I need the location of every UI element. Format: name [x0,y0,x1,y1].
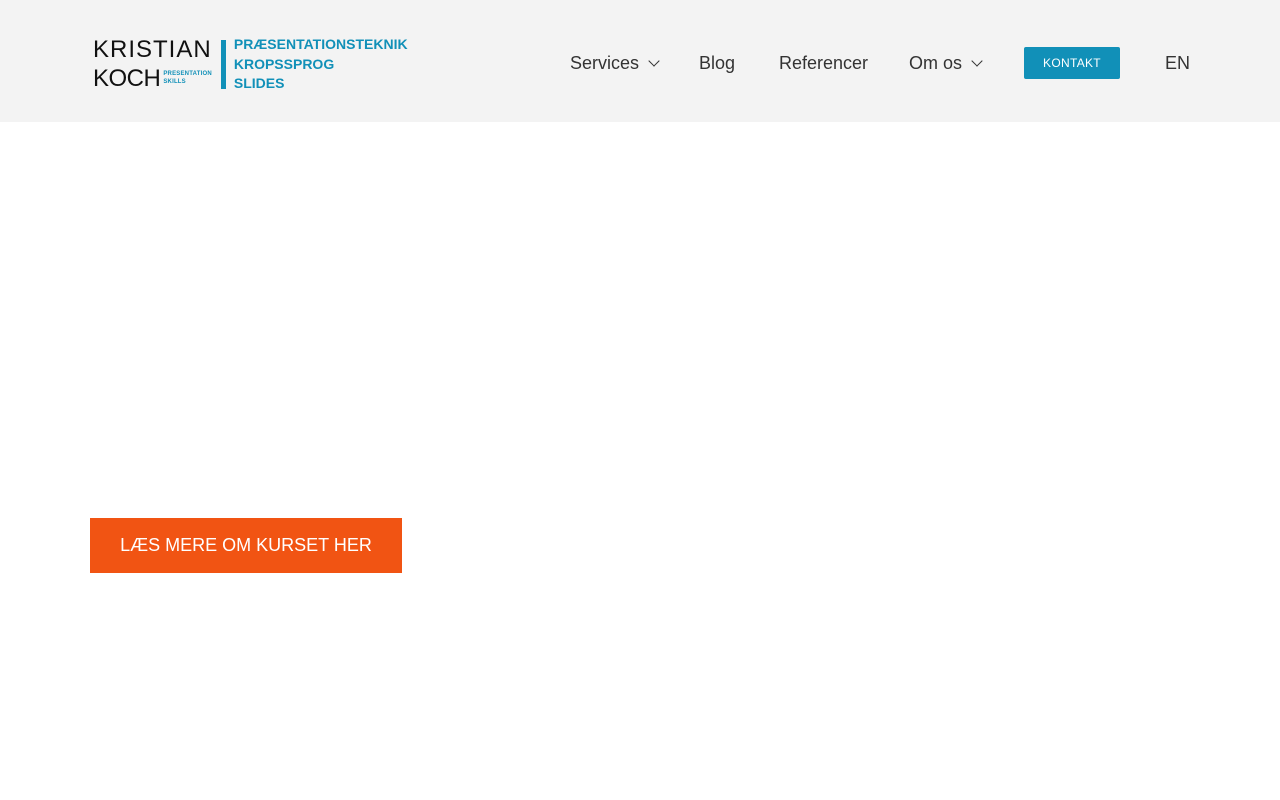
nav-item-label: Services [570,52,640,73]
site-logo[interactable]: KRISTIAN KOCH PRESENTATION SKILLS PRÆSEN… [93,35,408,92]
nav-item-services[interactable]: Services [570,48,660,78]
logo-taglines: PRÆSENTATIONSTEKNIK KROPSSPROG SLIDES [233,35,408,91]
chevron-down-icon [648,54,660,67]
logo-subtitle-line1: PRESENTATION [163,71,212,77]
logo-tagline: SLIDES [233,75,285,91]
nav-item-referencer[interactable]: Referencer [779,48,868,78]
logo-name-last: KOCH [93,65,161,92]
nav-item-om-os[interactable]: Om os [909,48,983,78]
logo-subtitle: PRESENTATION SKILLS [163,70,212,86]
nav-item-label: Referencer [779,52,869,73]
logo-wordmark: KRISTIAN KOCH PRESENTATION SKILLS [93,36,212,92]
chevron-down-icon [971,54,983,67]
logo-name-first: KRISTIAN [93,36,212,63]
logo-subtitle-line2: SKILLS [163,79,186,85]
logo-tagline: KROPSSPROG [233,55,335,72]
language-switch[interactable]: EN [1165,48,1190,78]
nav-item-label: Om os [909,52,963,73]
logo-name-second-row: KOCH PRESENTATION SKILLS [93,65,212,92]
logo-divider-bar [220,40,226,89]
nav-item-label: Blog [699,52,736,73]
nav-item-blog[interactable]: Blog [699,48,735,78]
read-more-course-button[interactable]: LÆS MERE OM KURSET HER [90,518,402,573]
site-header: KRISTIAN KOCH PRESENTATION SKILLS PRÆSEN… [0,0,1280,122]
logo-tagline: PRÆSENTATIONSTEKNIK [233,36,408,52]
contact-button[interactable]: KONTAKT [1024,47,1120,79]
